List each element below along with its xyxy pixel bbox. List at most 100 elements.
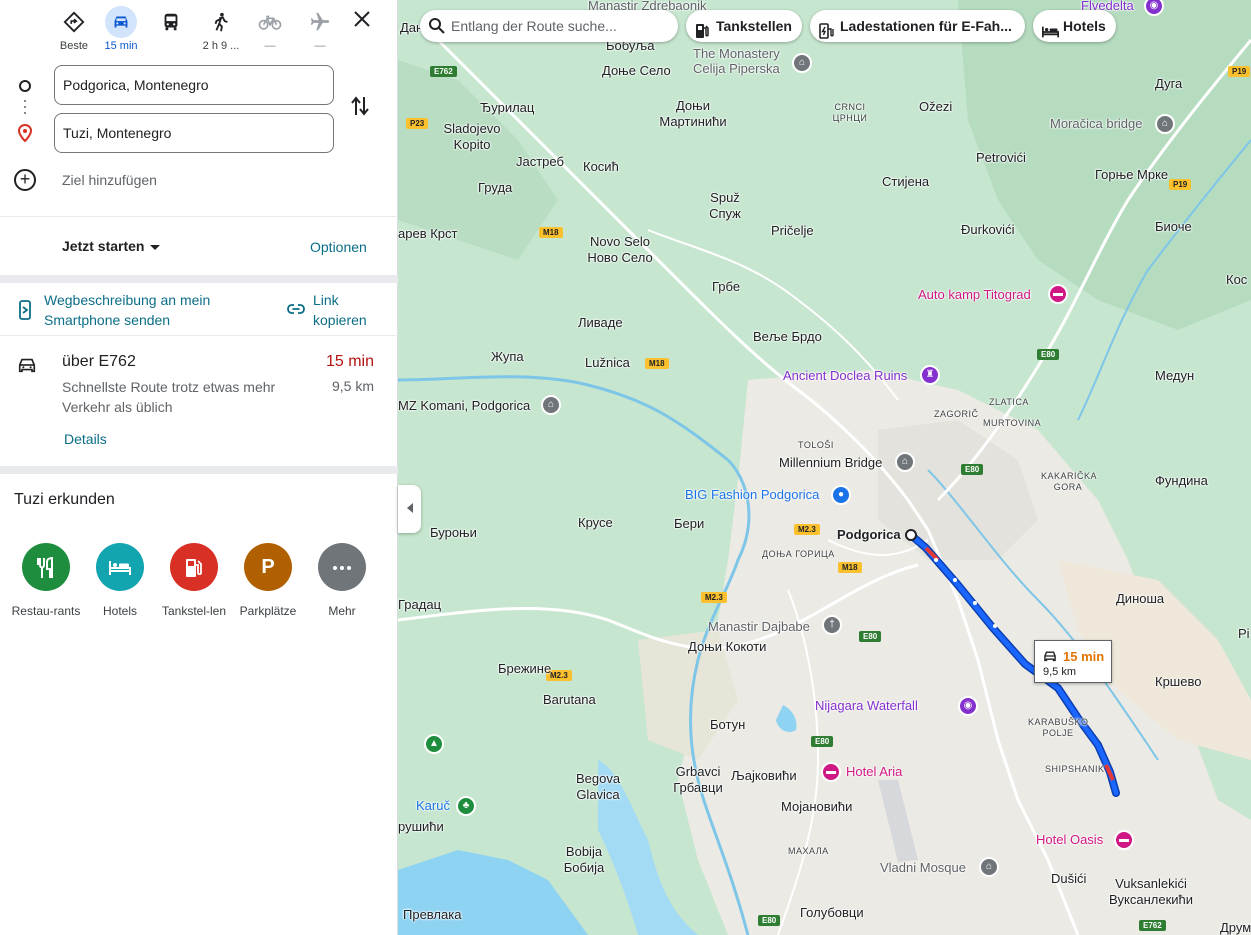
caret-down-icon [150,244,161,250]
hotel-pin-icon[interactable]: ▬ [821,762,841,782]
map-canvas[interactable]: E762 P23 M18 M18 E80 E80 M2.3 M18 M2.3 E… [398,0,1251,935]
chip-ev-charging[interactable]: Ladestationen für E-Fah... [810,10,1025,42]
copy-link-button[interactable]: Link kopieren [287,290,387,330]
map-label: Горње Мрке [1095,167,1169,182]
road-shield: P23 [406,118,429,129]
section-divider [0,275,398,283]
map-label: Sladojevo Kopito [443,121,501,152]
park-pin-icon[interactable]: ♣ [456,796,476,816]
route-duration: 15 min [325,353,374,370]
park-pin-icon[interactable]: ▲ [424,734,444,754]
hotel-pin-icon[interactable]: ▬ [1048,284,1068,304]
map-label: ZAGORIČ [934,409,979,419]
mode-cycling[interactable]: — [248,6,292,54]
mosque-pin-icon[interactable]: ⌂ [979,857,999,877]
map-label: SHIPSHANIK [1045,764,1105,774]
route-option-card[interactable]: über E762 15 min Schnellste Route trotz … [0,345,398,460]
map-label: Vladni Mosque [880,860,966,875]
route-via: über E762 [62,353,136,370]
badge-duration: 15 min [1063,649,1105,664]
origin-input[interactable]: Podgorica, Montenegro [54,65,334,105]
map-label: CRNCI ЦРНЦИ [832,102,868,123]
map-label: Љајковићи [731,768,797,783]
swap-route-button[interactable] [350,95,374,119]
museum-pin-icon[interactable]: ⌂ [541,395,561,415]
ev-charger-icon [819,18,835,42]
category-hotels[interactable]: Hotels [83,543,157,619]
map-label: Кос [1226,272,1248,287]
church-pin-icon[interactable]: † [822,615,842,635]
shopping-pin-icon[interactable]: ● [831,485,851,505]
map-label: Стијена [882,174,930,189]
map-label: Hotel Oasis [1036,832,1104,847]
chip-ev-charging-label: Ladestationen für E-Fah... [840,18,1012,34]
map-label: Manastir Dajbabe [708,619,810,634]
category-more[interactable]: Mehr [305,543,379,619]
search-along-route-input[interactable]: Entlang der Route suche... [420,10,678,42]
walking-icon [205,6,237,38]
road-shield: M18 [838,562,862,573]
map-label: Градац [398,597,442,612]
send-to-phone-button[interactable]: Wegbeschreibung an mein Smartphone sende… [18,290,268,330]
bridge-pin-icon[interactable]: ⌂ [895,452,915,472]
route-description: Schnellste Route trotz etwas mehr Verkeh… [62,379,276,415]
landmark-pin-icon[interactable]: ⌂ [1155,114,1175,134]
depart-time-dropdown[interactable]: Jetzt starten [62,238,161,254]
route-time-badge[interactable]: 15 min 9,5 km [1034,640,1112,683]
car-icon [105,6,137,38]
map-label: Ботун [710,717,746,732]
mode-flights-label: — [314,40,326,52]
dots-connector-icon [24,100,26,118]
chip-hotels[interactable]: Hotels [1033,10,1116,42]
mode-driving-label: 15 min [104,40,138,52]
map-label: Bobija Бобија [563,844,605,875]
mode-flights[interactable]: — [298,6,342,54]
map-label: Друм [1220,920,1251,935]
category-gas-stations[interactable]: Tankstel-len [157,543,231,619]
map-label: The Monastery Celija Piperska [693,46,780,76]
mode-best[interactable]: Beste [52,6,96,54]
bed-icon [1041,18,1060,42]
close-directions-button[interactable] [348,10,376,38]
map-label: Мојановићи [781,799,853,814]
category-label: Parkplätze [239,604,297,618]
route-details-link[interactable]: Details [64,431,107,447]
mode-walking[interactable]: 2 h 9 ... [199,6,243,54]
divider [0,216,398,217]
chevron-left-icon [406,503,413,513]
museum-pin-icon[interactable]: ♜ [920,365,940,385]
road-shield: E80 [961,464,984,475]
fork-knife-icon [22,543,70,591]
mode-transit[interactable] [149,6,193,54]
route-distance: 9,5 km [331,378,374,394]
map-label: Đurkovići [961,222,1015,237]
map-label: Брежине [498,661,552,676]
hotel-pin-icon[interactable]: ▬ [1114,830,1134,850]
phone-send-icon [18,300,32,325]
map-label: Голубовци [800,905,864,920]
car-icon [16,355,38,380]
destination-pin-icon [17,123,33,147]
chip-gas-stations[interactable]: Tankstellen [686,10,802,42]
mode-walking-label: 2 h 9 ... [202,40,240,52]
road-shield: E80 [859,631,882,642]
map-label: Lužnica [585,355,630,370]
map-label: Груда [478,180,513,195]
chip-hotels-label: Hotels [1063,18,1106,34]
mode-driving[interactable]: 15 min [99,6,143,54]
map-label: Pričelje [771,223,814,238]
category-label: Mehr [328,604,356,618]
section-divider [0,466,398,474]
road-shield: E80 [758,915,781,926]
map-label: Кршево [1155,674,1202,689]
destination-input[interactable]: Tuzi, Montenegro [54,113,334,153]
route-inputs: Podgorica, Montenegro Tuzi, Montenegro +… [0,65,398,215]
attraction-pin-icon[interactable]: ◉ [958,696,978,716]
options-button[interactable]: Optionen [310,239,367,255]
map-label: Pi [1238,626,1250,641]
road-shield: M18 [645,358,669,369]
map-label: Grbavci Грбавци [673,764,723,795]
category-restaurants[interactable]: Restau-rants [9,543,83,619]
category-parking[interactable]: P Parkplätze [231,543,305,619]
collapse-panel-button[interactable] [398,485,421,533]
